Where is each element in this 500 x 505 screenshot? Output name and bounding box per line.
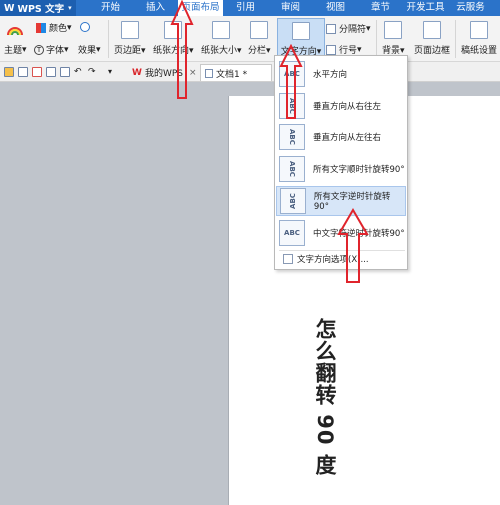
vertical-ltr-icon-glyph: ABC <box>288 129 296 145</box>
print-icon[interactable] <box>46 66 56 77</box>
theme-label: 主题 <box>4 46 23 56</box>
color-button[interactable]: 颜色 ▾ <box>36 21 72 34</box>
print-preview-icon[interactable] <box>60 66 70 77</box>
wps-red-logo-icon: W <box>132 67 142 78</box>
page-border-button[interactable]: 页面边框 <box>414 16 450 56</box>
cjk-rotate-icon: ABC <box>279 220 305 246</box>
menu-item-view[interactable]: 视图 <box>313 0 358 16</box>
margins-icon <box>120 21 139 39</box>
effects-preview-icon <box>80 22 93 32</box>
tab-document[interactable]: 文档1 * <box>200 64 272 81</box>
font-button[interactable]: T 字体 ▾ <box>34 43 69 56</box>
dropdown-item-label: 垂直方向从右往左 <box>313 102 382 112</box>
customize-dropdown-icon[interactable]: ▾ <box>108 67 118 77</box>
chevron-down-icon: ▾ <box>22 44 27 55</box>
chevron-down-icon: ▾ <box>68 4 72 12</box>
theme-button[interactable]: 主题 ▾ <box>4 43 27 57</box>
app-brand-label: WPS 文字 <box>17 4 65 15</box>
background-icon <box>384 21 403 39</box>
rotate-ccw-icon-glyph: ABC <box>288 193 297 209</box>
save-icon[interactable] <box>18 66 28 77</box>
dropdown-item-label: 水平方向 <box>313 70 348 80</box>
text-direction-icon <box>292 22 310 40</box>
dropdown-item-label: 所有文字顺时针旋转90° <box>313 165 405 175</box>
ribbon-divider <box>108 20 109 58</box>
rotate-cw-icon-glyph: ABC <box>287 161 296 177</box>
open-folder-icon[interactable] <box>4 66 14 77</box>
separator-label: 分隔符 <box>339 25 367 35</box>
annotation-arrow-up-icon <box>170 0 194 99</box>
paper-size-icon <box>212 21 231 39</box>
columns-label: 分栏 <box>248 46 267 56</box>
separator-icon <box>326 23 336 34</box>
dropdown-item-vertical-ltr[interactable]: ABC 垂直方向从左往右 <box>276 122 406 152</box>
chevron-down-icon: ▾ <box>141 46 146 56</box>
app-brand-button[interactable]: W WPS 文字 ▾ <box>0 0 76 16</box>
manuscript-label: 稿纸设置 <box>461 46 498 56</box>
menu-item-developer[interactable]: 开发工具 <box>403 0 448 16</box>
margins-label: 页边距 <box>114 46 142 56</box>
chevron-down-icon: ▾ <box>266 46 271 56</box>
rotate-counterclockwise-icon: ABC <box>280 188 306 214</box>
effects-button[interactable]: 效果 ▾ <box>78 43 101 57</box>
menu-item-home[interactable]: 开始 <box>88 0 133 16</box>
cjk-rotate-icon-glyph: ABC <box>284 229 300 237</box>
undo-icon[interactable]: ↶ <box>74 67 84 77</box>
menu-item-cloud[interactable]: 云服务 <box>448 0 493 16</box>
chevron-down-icon: ▾ <box>67 22 72 33</box>
font-label: 字体 <box>46 46 65 56</box>
margins-button[interactable]: 页边距▾ <box>114 16 146 56</box>
paper-size-label: 纸张大小 <box>201 46 238 56</box>
menu-bar: W WPS 文字 ▾ 开始 插入 页面布局 引用 审阅 视图 章节 开发工具 云… <box>0 0 500 16</box>
line-numbers-icon <box>326 44 336 55</box>
columns-icon <box>250 21 269 39</box>
chevron-down-icon: ▾ <box>96 44 101 55</box>
chevron-down-icon: ▾ <box>366 23 371 34</box>
annotation-arrow-up-icon <box>279 44 303 119</box>
circle-icon <box>80 22 90 32</box>
font-circle-icon: T <box>34 44 44 55</box>
separator-button[interactable]: 分隔符 ▾ <box>326 22 371 35</box>
ribbon-divider <box>376 20 377 58</box>
color-label: 颜色 <box>49 24 68 34</box>
chevron-down-icon: ▾ <box>357 44 362 55</box>
menu-item-section[interactable]: 章节 <box>358 0 403 16</box>
tab-document-label: 文档1 * <box>216 69 248 80</box>
document-body-text[interactable]: 怎么翻转 90 度 <box>312 318 340 505</box>
menu-item-references[interactable]: 引用 <box>223 0 268 16</box>
ribbon-divider <box>455 20 456 58</box>
document-icon <box>205 68 213 78</box>
rotate-clockwise-icon: ABC <box>279 156 305 182</box>
columns-button[interactable]: 分栏▾ <box>248 16 271 56</box>
annotation-arrow-up-icon <box>337 208 369 283</box>
background-button[interactable]: 背景▾ <box>382 16 405 56</box>
text-direction-options-icon <box>283 254 293 264</box>
page-border-label: 页面边框 <box>414 46 451 56</box>
page-border-icon <box>423 21 441 39</box>
dropdown-item-label: 垂直方向从左往右 <box>313 133 382 143</box>
export-pdf-icon[interactable] <box>32 66 42 77</box>
redo-icon[interactable]: ↷ <box>88 67 98 77</box>
chevron-down-icon: ▾ <box>64 44 69 55</box>
dropdown-item-rotate-cw[interactable]: ABC 所有文字顺时针旋转90° <box>276 154 406 184</box>
ribbon: 颜色 ▾ 主题 ▾ T 字体 ▾ 效果 ▾ 页边距▾ 纸张方向▾ 纸张大小▾ 分栏▾ … <box>0 16 500 62</box>
manuscript-settings-button[interactable]: 稿纸设置 <box>461 16 497 56</box>
vertical-ltr-icon: ABC <box>279 124 305 150</box>
wps-logo-icon: W <box>4 2 15 14</box>
effects-label: 效果 <box>78 46 97 56</box>
color-grid-icon <box>36 22 46 33</box>
manuscript-icon <box>470 21 488 39</box>
menu-item-review[interactable]: 审阅 <box>268 0 313 16</box>
rainbow-theme-icon <box>6 22 24 36</box>
chevron-down-icon: ▾ <box>237 46 242 56</box>
paper-size-button[interactable]: 纸张大小▾ <box>201 16 242 56</box>
